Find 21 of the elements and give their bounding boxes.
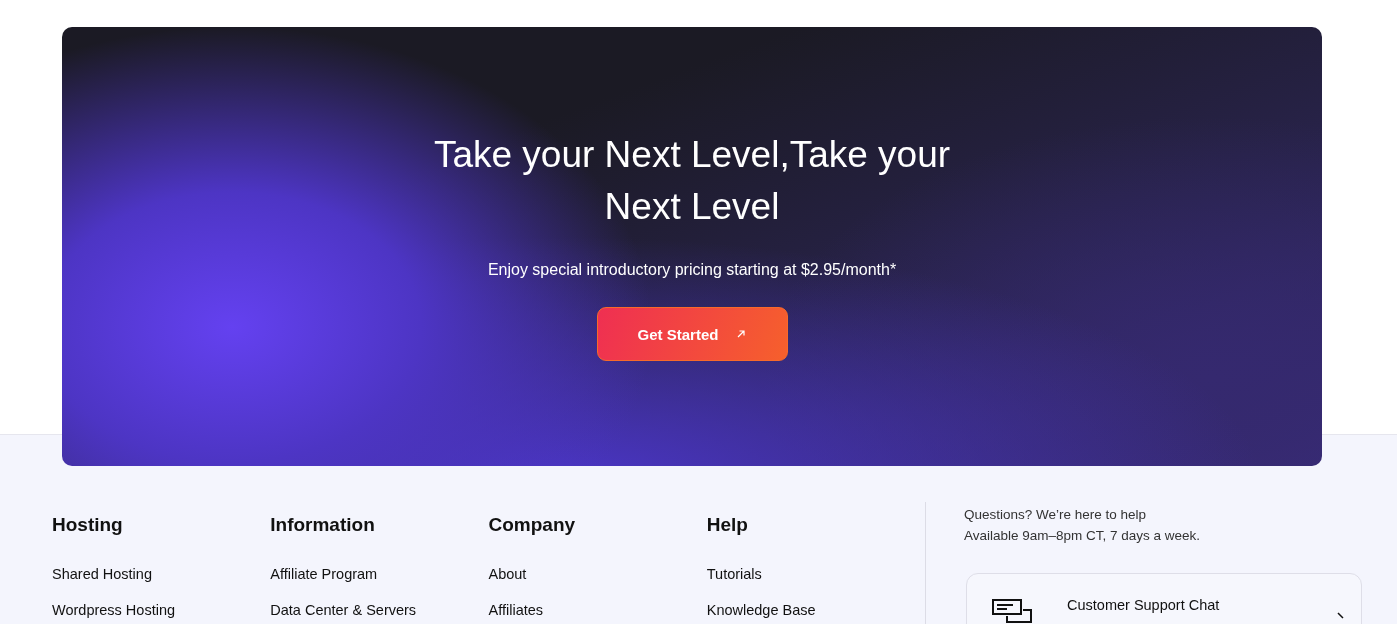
get-started-button[interactable]: Get Started [596, 307, 788, 361]
footer-link[interactable]: Knowledge Base [706, 602, 816, 618]
contact-text: Questions? We’re here to help [964, 507, 1148, 522]
footer-link[interactable]: Data Center & Servers [270, 602, 417, 618]
footer-link[interactable]: About [488, 566, 527, 582]
column-heading: Help [706, 514, 748, 536]
footer-link[interactable]: Affiliate Program [270, 566, 378, 582]
support-chat-card[interactable]: Customer Support Chat [966, 573, 1362, 624]
footer-link[interactable]: Wordpress Hosting [52, 602, 176, 618]
arrow-icon [736, 329, 747, 339]
column-heading: Company [488, 514, 576, 536]
card-label: Customer Support Chat [1067, 597, 1220, 613]
contact-text: Available 9am–8pm CT, 7 days a week. [964, 528, 1202, 543]
banner-title: Take your Next Level,Take your Next Level [432, 133, 952, 229]
footer-link[interactable]: Affiliates [488, 602, 544, 618]
footer-link[interactable]: Tutorials [706, 566, 762, 582]
column-heading: Hosting [52, 514, 123, 536]
column-heading: Information [270, 514, 375, 536]
footer-link[interactable]: Shared Hosting [52, 566, 152, 582]
chat-icon [991, 598, 1033, 624]
banner-subtitle: Enjoy special introductory pricing starting at $2.95/month* [487, 261, 897, 279]
